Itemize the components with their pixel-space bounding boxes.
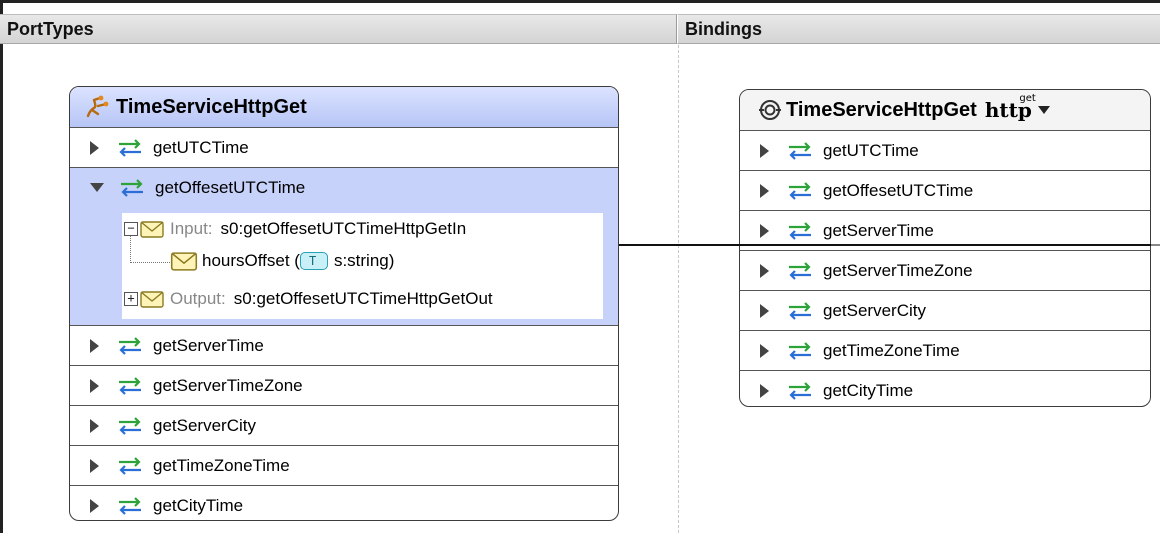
operation-label: getOffesetUTCTime [823,180,974,200]
swap-arrows-icon [789,341,811,360]
porttype-title: TimeServiceHttpGet [116,95,307,118]
output-message-row[interactable]: + Output: s0:getOffesetUTCTimeHttpGetOut [124,289,493,309]
operation-row-bd-0[interactable]: getUTCTime [740,130,1150,170]
operation-label: getCityTime [153,495,244,515]
expand-triangle-icon[interactable] [760,303,769,318]
swap-arrows-icon [789,181,811,200]
porttypes-column-header: PortTypes [0,14,677,44]
binding-icon [759,100,781,120]
operation-label: getTimeZoneTime [153,455,290,475]
swap-arrows-icon [121,178,143,197]
swap-arrows-icon [789,381,811,400]
swap-arrows-icon [789,221,811,240]
swap-arrows-icon [119,336,141,355]
porttype-icon [86,95,109,118]
swap-arrows-icon [119,138,141,157]
expand-triangle-icon[interactable] [90,338,99,353]
envelope-icon [140,220,164,238]
output-message: s0:getOffesetUTCTimeHttpGetOut [233,289,493,308]
operation-row-pt-after-1[interactable]: getServerTimeZone [70,365,618,405]
part-row[interactable]: hoursOffset ( T s:string) [170,251,394,271]
binding-box[interactable]: TimeServiceHttpGet http get getUTCTime get… [739,89,1151,407]
binding-title: TimeServiceHttpGet [786,98,977,121]
bindings-column-header: Bindings [677,14,1160,44]
expand-triangle-icon[interactable] [90,458,99,473]
operation-row-bd-1[interactable]: getOffesetUTCTime [740,170,1150,210]
connector-extension [1151,244,1160,246]
swap-arrows-icon [119,496,141,515]
expand-triangle-icon[interactable] [760,223,769,238]
operation-label: getServerTimeZone [823,260,973,280]
expand-triangle-icon[interactable] [760,263,769,278]
collapse-triangle-icon[interactable] [90,183,104,192]
envelope-icon [170,251,198,271]
operation-row-expanded[interactable]: getOffesetUTCTime [70,167,618,207]
type-tag-icon: T [299,252,328,270]
part-name: hoursOffset ( [202,251,300,270]
porttype-title-bar[interactable]: TimeServiceHttpGet [70,87,618,127]
operation-label: getServerCity [153,415,256,435]
operation-label: getOffesetUTCTime [155,177,306,197]
operation-row-pt-after-0[interactable]: getServerTime [70,325,618,365]
operation-label: getUTCTime [153,137,249,157]
operation-row-bd-6[interactable]: getCityTime [740,370,1150,406]
operation-row-bd-5[interactable]: getTimeZoneTime [740,330,1150,370]
operation-row-pt-after-4[interactable]: getCityTime [70,485,618,520]
expand-triangle-icon[interactable] [90,378,99,393]
binding-connector-line [619,244,1160,246]
binding-title-bar[interactable]: TimeServiceHttpGet http get [740,90,1150,130]
expand-triangle-icon[interactable] [760,143,769,158]
expand-triangle-icon[interactable] [760,183,769,198]
swap-arrows-icon [119,456,141,475]
chevron-down-icon[interactable] [1037,106,1050,114]
operation-row-pt-0[interactable]: getUTCTime [70,127,618,167]
operation-label: getServerTimeZone [153,375,303,395]
swap-arrows-icon [789,261,811,280]
operation-row-bd-4[interactable]: getServerCity [740,290,1150,330]
operation-label: getServerTime [823,220,934,240]
swap-arrows-icon [119,416,141,435]
operation-row-pt-after-2[interactable]: getServerCity [70,405,618,445]
operation-label: getCityTime [823,380,914,400]
expand-triangle-icon[interactable] [760,383,769,398]
tree-connector [130,235,170,263]
swap-arrows-icon [789,141,811,160]
swap-arrows-icon [119,376,141,395]
expand-triangle-icon[interactable] [90,498,99,513]
expand-triangle-icon[interactable] [90,418,99,433]
operation-row-bd-3[interactable]: getServerTimeZone [740,250,1150,290]
porttype-box[interactable]: TimeServiceHttpGet getUTCTime getOffeset… [69,86,619,521]
input-message-row[interactable]: − Input: s0:getOffesetUTCTimeHttpGetIn [124,219,466,239]
input-message: s0:getOffesetUTCTimeHttpGetIn [220,219,467,238]
expand-triangle-icon[interactable] [760,343,769,358]
envelope-icon [140,290,164,308]
protocol-selector[interactable]: http get [985,93,1036,122]
operation-label: getServerTime [153,335,264,355]
collapse-toggle[interactable]: − [124,222,138,236]
expand-triangle-icon[interactable] [90,140,99,155]
operation-label: getTimeZoneTime [823,340,960,360]
part-type: s:string) [333,251,395,270]
operation-label: getServerCity [823,300,926,320]
expand-toggle[interactable]: + [124,292,138,306]
output-label: Output: [170,289,226,308]
swap-arrows-icon [789,301,811,320]
operation-row-pt-after-3[interactable]: getTimeZoneTime [70,445,618,485]
operation-label: getUTCTime [823,140,919,160]
operation-details: − Input: s0:getOffesetUTCTimeHttpGetIn h… [70,207,618,325]
message-panel: − Input: s0:getOffesetUTCTimeHttpGetIn h… [122,213,603,319]
input-label: Input: [170,219,213,238]
column-divider [678,45,679,533]
